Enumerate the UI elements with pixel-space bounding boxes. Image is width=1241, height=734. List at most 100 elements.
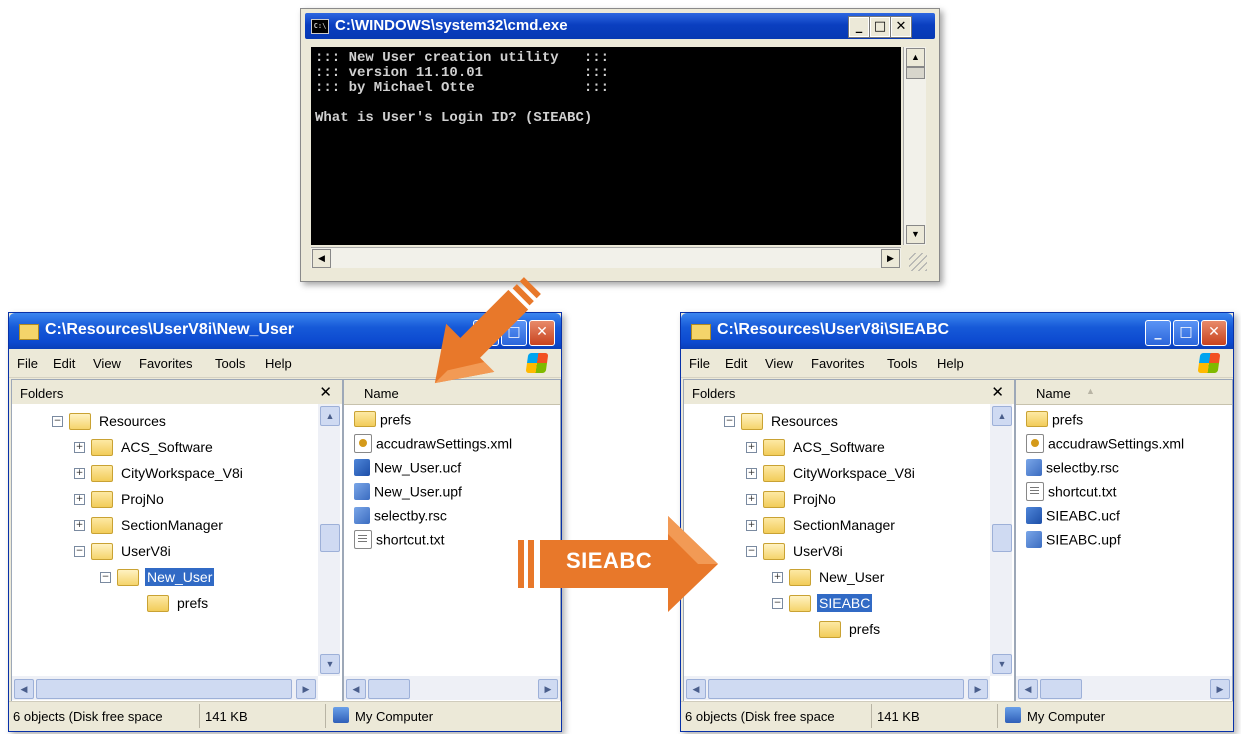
scroll-thumb[interactable] (320, 524, 340, 552)
close-button[interactable]: ✕ (890, 16, 912, 38)
scroll-up-arrow-icon[interactable]: ▲ (320, 406, 340, 426)
expand-icon[interactable]: + (772, 571, 783, 583)
menu-file[interactable]: File (17, 356, 38, 371)
menu-help[interactable]: Help (937, 356, 964, 371)
scroll-thumb[interactable] (368, 679, 410, 699)
tree-item-new-user[interactable]: − New_User (100, 568, 215, 590)
scroll-down-arrow-icon[interactable]: ▼ (320, 654, 340, 674)
collapse-icon[interactable]: − (74, 545, 85, 557)
tree-item-acs-software[interactable]: + ACS_Software (74, 438, 215, 460)
scroll-up-arrow-icon[interactable]: ▲ (992, 406, 1012, 426)
file-item[interactable]: accudrawSettings.xml (354, 434, 512, 456)
tree-item-prefs[interactable]: prefs (147, 594, 210, 616)
close-pane-icon[interactable]: ✕ (991, 383, 1004, 401)
expand-icon[interactable]: + (746, 467, 757, 479)
tree-item-projno[interactable]: + ProjNo (746, 490, 838, 512)
name-column-header[interactable]: Name ▲ (1016, 380, 1232, 405)
menu-view[interactable]: View (765, 356, 793, 371)
minimize-button[interactable]: _ (1145, 320, 1171, 346)
tree-item-sieabc[interactable]: − SIEABC (772, 594, 873, 616)
resize-grip-icon[interactable] (909, 253, 927, 271)
expand-icon[interactable]: + (74, 519, 85, 531)
tree-item-acs-software[interactable]: + ACS_Software (746, 438, 887, 460)
scroll-right-arrow-icon[interactable]: ▶ (538, 679, 558, 699)
menu-favorites[interactable]: Favorites (139, 356, 192, 371)
explorer-window-sieabc[interactable]: C:\Resources\UserV8i\SIEABC _ □ ✕ File E… (680, 312, 1234, 732)
tree-item-userv8i[interactable]: − UserV8i (74, 542, 173, 564)
scroll-left-arrow-icon[interactable]: ◀ (312, 249, 331, 268)
maximize-button[interactable]: □ (1173, 320, 1199, 346)
console-output[interactable]: ::: New User creation utility :::::: ver… (311, 47, 901, 245)
file-item[interactable]: shortcut.txt (354, 530, 444, 552)
scroll-right-arrow-icon[interactable]: ▶ (296, 679, 316, 699)
collapse-icon[interactable]: − (52, 415, 63, 427)
files-horizontal-scrollbar[interactable]: ◀ ▶ (1016, 676, 1232, 700)
tree-item-sectionmanager[interactable]: + SectionManager (74, 516, 225, 538)
menu-file[interactable]: File (689, 356, 710, 371)
expand-icon[interactable]: + (74, 493, 85, 505)
menu-view[interactable]: View (93, 356, 121, 371)
collapse-icon[interactable]: − (100, 571, 111, 583)
tree-item-resources[interactable]: − Resources (52, 412, 168, 434)
scroll-right-arrow-icon[interactable]: ▶ (968, 679, 988, 699)
files-horizontal-scrollbar[interactable]: ◀ ▶ (344, 676, 560, 700)
expand-icon[interactable]: + (74, 467, 85, 479)
tree-item-projno[interactable]: + ProjNo (74, 490, 166, 512)
console-vertical-scrollbar[interactable]: ▲ ▼ (903, 47, 926, 245)
file-item[interactable]: SIEABC.upf (1026, 530, 1121, 552)
file-item[interactable]: selectby.rsc (354, 506, 447, 528)
scroll-right-arrow-icon[interactable]: ▶ (881, 249, 900, 268)
expand-icon[interactable]: + (746, 441, 757, 453)
collapse-icon[interactable]: − (772, 597, 783, 609)
minimize-button[interactable]: _ (848, 16, 870, 38)
file-item[interactable]: accudrawSettings.xml (1026, 434, 1184, 456)
tree-vertical-scrollbar[interactable]: ▲ ▼ (318, 404, 340, 676)
collapse-icon[interactable]: − (724, 415, 735, 427)
cmd-titlebar[interactable]: C:\ C:\WINDOWS\system32\cmd.exe _ □ ✕ (305, 13, 935, 39)
tree-item-resources[interactable]: − Resources (724, 412, 840, 434)
collapse-icon[interactable]: − (746, 545, 757, 557)
tree-item-prefs[interactable]: prefs (819, 620, 882, 642)
tree-item-cityworkspace[interactable]: + CityWorkspace_V8i (74, 464, 245, 486)
tree-horizontal-scrollbar[interactable]: ◀ ▶ (12, 676, 318, 700)
menu-help[interactable]: Help (265, 356, 292, 371)
menu-favorites[interactable]: Favorites (811, 356, 864, 371)
file-item[interactable]: New_User.upf (354, 482, 462, 504)
scroll-thumb[interactable] (906, 67, 925, 79)
scroll-thumb[interactable] (708, 679, 964, 699)
tree-item-new-user[interactable]: + New_User (772, 568, 886, 590)
menu-tools[interactable]: Tools (887, 356, 917, 371)
file-item[interactable]: selectby.rsc (1026, 458, 1119, 480)
tree-horizontal-scrollbar[interactable]: ◀ ▶ (684, 676, 990, 700)
scroll-left-arrow-icon[interactable]: ◀ (1018, 679, 1038, 699)
menu-edit[interactable]: Edit (725, 356, 747, 371)
tree-item-cityworkspace[interactable]: + CityWorkspace_V8i (746, 464, 917, 486)
close-pane-icon[interactable]: ✕ (319, 383, 332, 401)
tree-item-userv8i[interactable]: − UserV8i (746, 542, 845, 564)
expand-icon[interactable]: + (746, 519, 757, 531)
file-item[interactable]: New_User.ucf (354, 458, 461, 480)
file-item[interactable]: shortcut.txt (1026, 482, 1116, 504)
scroll-up-arrow-icon[interactable]: ▲ (906, 48, 925, 67)
expand-icon[interactable]: + (74, 441, 85, 453)
menu-edit[interactable]: Edit (53, 356, 75, 371)
scroll-right-arrow-icon[interactable]: ▶ (1210, 679, 1230, 699)
file-item[interactable]: SIEABC.ucf (1026, 506, 1120, 528)
tree-vertical-scrollbar[interactable]: ▲ ▼ (990, 404, 1012, 676)
scroll-left-arrow-icon[interactable]: ◀ (346, 679, 366, 699)
explorer-titlebar[interactable]: C:\Resources\UserV8i\SIEABC _ □ ✕ (681, 313, 1233, 349)
scroll-thumb[interactable] (1040, 679, 1082, 699)
file-item[interactable]: prefs (1026, 410, 1083, 432)
scroll-down-arrow-icon[interactable]: ▼ (992, 654, 1012, 674)
scroll-thumb[interactable] (992, 524, 1012, 552)
scroll-thumb[interactable] (36, 679, 292, 699)
scroll-left-arrow-icon[interactable]: ◀ (14, 679, 34, 699)
tree-item-sectionmanager[interactable]: + SectionManager (746, 516, 897, 538)
close-button[interactable]: ✕ (1201, 320, 1227, 346)
cmd-window[interactable]: C:\ C:\WINDOWS\system32\cmd.exe _ □ ✕ ::… (300, 8, 940, 282)
scroll-left-arrow-icon[interactable]: ◀ (686, 679, 706, 699)
maximize-button[interactable]: □ (869, 16, 891, 38)
scroll-down-arrow-icon[interactable]: ▼ (906, 225, 925, 244)
menu-tools[interactable]: Tools (215, 356, 245, 371)
expand-icon[interactable]: + (746, 493, 757, 505)
